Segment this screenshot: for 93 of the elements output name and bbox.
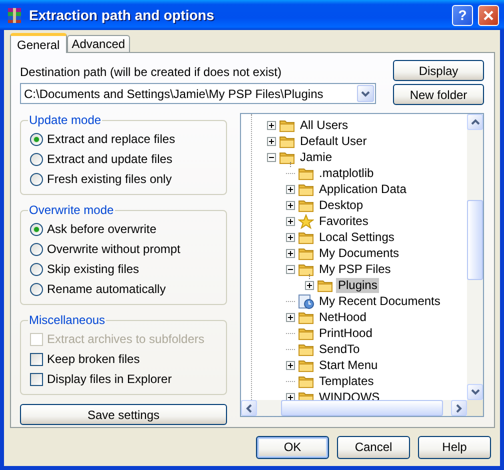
tree-item[interactable]: My Recent Documents (317, 294, 442, 308)
checkbox[interactable] (30, 352, 43, 366)
chevron-down-icon (470, 389, 480, 395)
radio-button[interactable] (30, 132, 43, 146)
tree-item[interactable]: Local Settings (317, 230, 396, 244)
button[interactable]: Cancel (337, 436, 410, 458)
option-label: Display files in Explorer (47, 372, 172, 386)
radio-button[interactable] (30, 222, 43, 236)
expand-icon[interactable] (286, 360, 295, 370)
option-label: Keep broken files (47, 352, 140, 366)
expand-icon[interactable] (305, 280, 314, 290)
tree-item[interactable]: My PSP Files (317, 262, 393, 276)
group-title: Miscellaneous (28, 313, 106, 327)
scrollbar-corner (467, 400, 483, 416)
option-label: Extract archives to subfolders (47, 332, 204, 346)
folder-icon (298, 390, 314, 400)
folder-icon (298, 358, 314, 372)
radio-button[interactable] (30, 282, 43, 296)
expand-icon[interactable] (267, 120, 276, 130)
tree-item[interactable]: All Users (298, 118, 350, 132)
folder-icon (279, 150, 295, 164)
option-label: Fresh existing files only (47, 172, 172, 186)
chevron-up-icon (470, 119, 480, 125)
folder-icon (298, 230, 314, 244)
button[interactable]: OK (256, 436, 329, 458)
star-icon (298, 214, 314, 228)
close-icon (483, 10, 494, 20)
books-icon (6, 6, 24, 24)
chevron-left-icon (246, 404, 252, 412)
option-label: Skip existing files (47, 262, 140, 276)
expand-icon[interactable] (267, 136, 276, 146)
close-button[interactable] (478, 4, 499, 26)
collapse-icon[interactable] (286, 264, 295, 274)
option-label: Ask before overwrite (47, 222, 156, 236)
folder-icon (298, 166, 314, 180)
option-label: Extract and update files (47, 152, 172, 166)
document-clock-icon (298, 294, 314, 308)
expand-icon[interactable] (286, 232, 295, 242)
tree-item[interactable]: Templates (317, 374, 376, 388)
folder-icon (317, 278, 333, 292)
folder-icon (298, 182, 314, 196)
radio-button[interactable] (30, 242, 43, 256)
save-button[interactable]: Save settings (20, 404, 227, 425)
folder-icon (298, 374, 314, 388)
radio-button[interactable] (30, 262, 43, 276)
folder-icon (298, 246, 314, 260)
tree-item[interactable]: My Documents (317, 246, 402, 260)
chevron-down-icon (361, 90, 370, 96)
tree-item[interactable]: Application Data (317, 182, 408, 196)
folder-icon (298, 342, 314, 356)
tree-item[interactable]: Desktop (317, 198, 366, 212)
tree-item[interactable]: Plugins (336, 278, 380, 292)
folder-icon (279, 134, 295, 148)
button[interactable]: Help (418, 436, 491, 458)
expand-icon[interactable] (286, 248, 295, 258)
tree-item[interactable]: .matplotlib (317, 166, 376, 180)
path-combo-box[interactable]: C:\Documents and Settings\Jamie\My PSP Files\Plugins (20, 83, 376, 104)
button[interactable]: Display (393, 60, 484, 81)
checkbox[interactable] (30, 372, 43, 386)
tree-item[interactable]: NetHood (317, 310, 368, 324)
help-button[interactable]: ? (452, 4, 473, 26)
horizontal-scrollbar[interactable] (241, 400, 467, 416)
tree-item[interactable]: PrintHood (317, 326, 374, 340)
tab[interactable]: Advanced (66, 35, 130, 52)
folder-icon (298, 326, 314, 340)
expand-icon[interactable] (286, 216, 295, 226)
folder-icon (298, 198, 314, 212)
tree-item[interactable]: Default User (298, 134, 369, 148)
option-label: Overwrite without prompt (47, 242, 180, 256)
tab[interactable]: General (10, 33, 67, 53)
expand-icon[interactable] (286, 184, 295, 194)
option-label: Rename automatically (47, 282, 166, 296)
collapse-icon[interactable] (267, 152, 276, 162)
radio-button[interactable] (30, 152, 43, 166)
chevron-right-icon (456, 404, 462, 412)
tree-item[interactable]: SendTo (317, 342, 362, 356)
group-title: Overwrite mode (28, 203, 115, 217)
folder-icon (298, 262, 314, 276)
expand-icon[interactable] (286, 312, 295, 322)
radio-button[interactable] (30, 172, 43, 186)
window-title: Extraction path and options (29, 7, 216, 23)
button[interactable]: New folder (393, 84, 484, 105)
expand-icon[interactable] (286, 392, 295, 400)
expand-icon[interactable] (286, 200, 295, 210)
option-label: Extract and replace files (47, 132, 176, 146)
field-label: Destination path (will be created if does not exist) (20, 65, 282, 81)
tree-item[interactable]: Favorites (317, 214, 370, 228)
group-title: Update mode (28, 113, 102, 127)
folder-icon (298, 310, 314, 324)
tree-item[interactable]: Jamie (298, 150, 334, 164)
vertical-scrollbar[interactable] (467, 114, 483, 400)
folder-icon (279, 118, 295, 132)
tree-item[interactable]: Start Menu (317, 358, 380, 372)
